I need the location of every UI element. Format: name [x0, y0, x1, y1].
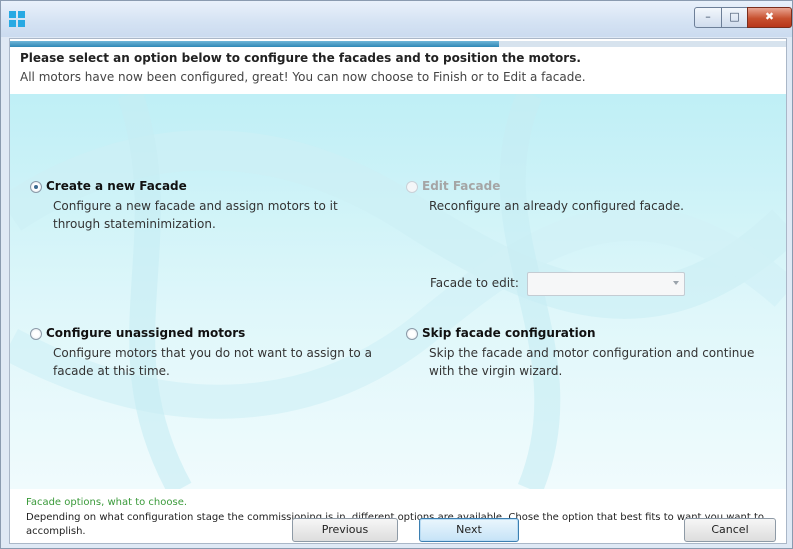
- minimize-button[interactable]: –: [694, 7, 722, 28]
- facade-to-edit-label: Facade to edit:: [430, 276, 519, 290]
- info-text: Depending on what configuration stage th…: [26, 512, 764, 537]
- option-description: Skip the facade and motor configuration …: [429, 346, 755, 378]
- option-description: Configure motors that you do not want to…: [53, 346, 372, 378]
- option-configure-unassigned[interactable]: Configure unassigned motors Configure mo…: [30, 326, 400, 386]
- info-panel: Facade options, what to choose. Dependin…: [10, 489, 786, 543]
- title-bar: – □ ✖: [1, 1, 792, 37]
- radio-edit-facade[interactable]: [406, 181, 418, 193]
- next-button[interactable]: Next: [419, 518, 519, 542]
- info-title: Facade options, what to choose.: [26, 497, 188, 508]
- chevron-down-icon: [673, 281, 679, 285]
- maximize-button[interactable]: □: [721, 7, 748, 28]
- option-description: Reconfigure an already configured facade…: [429, 199, 684, 213]
- option-title: Skip facade configuration: [422, 326, 596, 340]
- cancel-button[interactable]: Cancel: [684, 518, 776, 542]
- option-description: Configure a new facade and assign motors…: [53, 199, 338, 231]
- radio-create-facade[interactable]: [30, 181, 42, 193]
- radio-configure-unassigned[interactable]: [30, 328, 42, 340]
- progress-fill: [10, 41, 499, 47]
- wizard-page: Please select an option below to configu…: [9, 38, 787, 544]
- progress-bar: [10, 41, 786, 47]
- option-title: Create a new Facade: [46, 179, 187, 193]
- option-create-facade[interactable]: Create a new Facade Configure a new faca…: [30, 179, 380, 239]
- page-title: Please select an option below to configu…: [20, 51, 581, 65]
- windows-tile-icon: [9, 11, 25, 27]
- option-title: Edit Facade: [422, 179, 501, 193]
- close-button[interactable]: ✖: [747, 7, 792, 28]
- page-subtitle: All motors have now been configured, gre…: [20, 70, 586, 84]
- wizard-window: – □ ✖ Please select an option below to c…: [0, 0, 793, 549]
- option-title: Configure unassigned motors: [46, 326, 246, 340]
- facade-to-edit-dropdown[interactable]: [527, 272, 685, 296]
- radio-skip-configuration[interactable]: [406, 328, 418, 340]
- option-skip-configuration[interactable]: Skip facade configuration Skip the facad…: [406, 326, 776, 386]
- options-panel: Create a new Facade Configure a new faca…: [10, 94, 786, 489]
- previous-button[interactable]: Previous: [292, 518, 398, 542]
- option-edit-facade[interactable]: Edit Facade Reconfigure an already confi…: [406, 179, 766, 219]
